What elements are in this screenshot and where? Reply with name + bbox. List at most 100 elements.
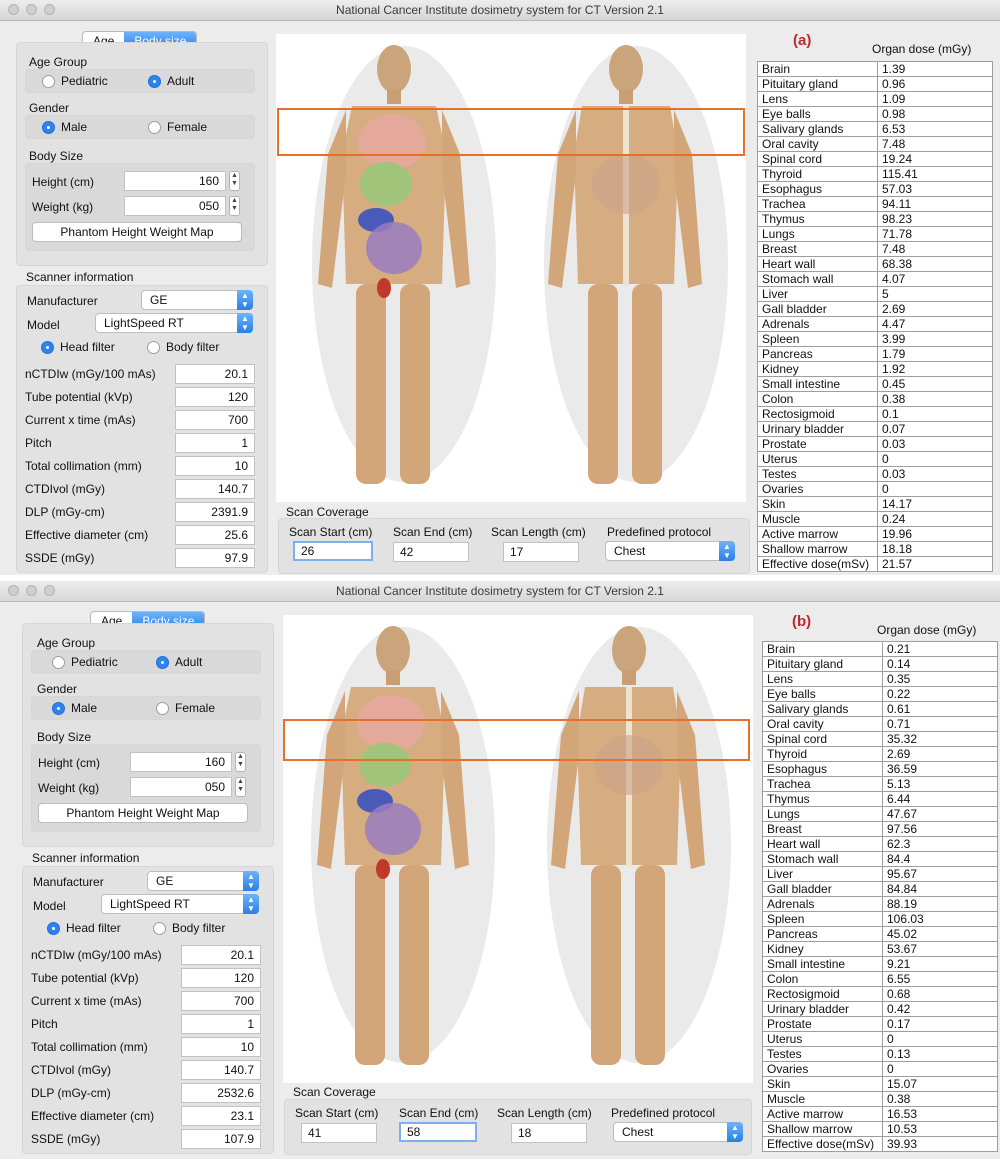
- gender-label: Gender: [29, 101, 70, 115]
- radio-dot-selected-icon: [47, 921, 60, 935]
- organ-dose-cell: 0.38: [882, 1091, 998, 1107]
- minimize-window-button[interactable]: [26, 585, 37, 596]
- scanner-param-label: Effective diameter (cm): [31, 1109, 155, 1123]
- height-stepper[interactable]: ▲ ▼: [235, 752, 246, 772]
- organ-dose-cell: 0.03: [877, 436, 993, 452]
- weight-stepper[interactable]: ▲ ▼: [229, 196, 240, 216]
- height-stepper[interactable]: ▲ ▼: [229, 171, 240, 191]
- radio-female[interactable]: Female: [156, 701, 215, 715]
- scanner-param-input[interactable]: 700: [181, 991, 261, 1011]
- radio-head-filter[interactable]: Head filter: [47, 921, 121, 935]
- scanner-param-input[interactable]: 1: [175, 433, 255, 453]
- scan-range-box[interactable]: [283, 719, 750, 761]
- table-row: Salivary glands 0.61: [762, 701, 998, 717]
- organ-dose-cell: 4.07: [877, 271, 993, 287]
- scanner-param-input[interactable]: 140.7: [181, 1060, 261, 1080]
- weight-stepper[interactable]: ▲ ▼: [235, 777, 246, 797]
- weight-input[interactable]: 050: [124, 196, 226, 216]
- manufacturer-select[interactable]: GE ▲ ▼: [147, 871, 259, 891]
- radio-male[interactable]: Male: [42, 120, 87, 134]
- age-group-box: Pediatric Adult: [25, 69, 255, 93]
- scanner-param-input[interactable]: 120: [181, 968, 261, 988]
- scanner-param-label: Effective diameter (cm): [25, 528, 149, 542]
- minimize-window-button[interactable]: [26, 4, 37, 15]
- height-input[interactable]: 160: [124, 171, 226, 191]
- scan-coverage-panel: Scan Start (cm) 26 Scan End (cm) 42 Scan…: [278, 518, 750, 574]
- weight-input[interactable]: 050: [130, 777, 232, 797]
- zoom-window-button[interactable]: [44, 585, 55, 596]
- radio-body-filter[interactable]: Body filter: [153, 921, 225, 935]
- scan-start-input[interactable]: 41: [301, 1123, 377, 1143]
- scanner-param-input[interactable]: 20.1: [181, 945, 261, 965]
- organ-name-cell: Active marrow: [757, 526, 878, 542]
- radio-female[interactable]: Female: [148, 120, 207, 134]
- age-group-label: Age Group: [29, 55, 88, 69]
- organ-dose-cell: 0: [882, 1061, 998, 1077]
- table-row: Eye balls 0.22: [762, 686, 998, 702]
- radio-body-filter[interactable]: Body filter: [147, 340, 219, 354]
- organ-dose-cell: 5: [877, 286, 993, 302]
- scanner-param-input[interactable]: 120: [175, 387, 255, 407]
- scanner-param-input[interactable]: 700: [175, 410, 255, 430]
- organ-name-cell: Effective dose(mSv): [757, 556, 878, 572]
- scan-length-input[interactable]: 17: [503, 542, 579, 562]
- organ-dose-cell: 19.96: [877, 526, 993, 542]
- scanner-param-input[interactable]: 20.1: [175, 364, 255, 384]
- table-row: Heart wall 68.38: [757, 256, 993, 272]
- organ-dose-cell: 53.67: [882, 941, 998, 957]
- height-input[interactable]: 160: [130, 752, 232, 772]
- radio-adult[interactable]: Adult: [148, 74, 194, 88]
- chevron-updown-icon: ▲ ▼: [237, 290, 253, 310]
- close-window-button[interactable]: [8, 4, 19, 15]
- scanner-param-input[interactable]: 2532.6: [181, 1083, 261, 1103]
- protocol-select[interactable]: Chest ▲ ▼: [605, 541, 735, 561]
- model-select[interactable]: LightSpeed RT ▲ ▼: [101, 894, 259, 914]
- scanner-param-input[interactable]: 1: [181, 1014, 261, 1034]
- weight-label: Weight (kg): [38, 781, 100, 795]
- phantom-viewer[interactable]: [276, 34, 746, 502]
- organ-dose-cell: 47.67: [882, 806, 998, 822]
- chevron-updown-icon: ▲ ▼: [243, 894, 259, 914]
- scanner-param-input[interactable]: 23.1: [181, 1106, 261, 1126]
- scanner-param-label: Pitch: [31, 1017, 58, 1031]
- scan-start-input[interactable]: 26: [293, 541, 373, 561]
- table-row: Thymus 98.23: [757, 211, 993, 227]
- radio-pediatric[interactable]: Pediatric: [42, 74, 108, 88]
- scanner-param-input[interactable]: 10: [175, 456, 255, 476]
- radio-pediatric[interactable]: Pediatric: [52, 655, 118, 669]
- gender-box: Male Female: [31, 696, 261, 720]
- scanner-param-input[interactable]: 107.9: [181, 1129, 261, 1149]
- radio-male[interactable]: Male: [52, 701, 97, 715]
- scan-end-input[interactable]: 58: [399, 1122, 477, 1142]
- phantom-map-button[interactable]: Phantom Height Weight Map: [38, 803, 248, 823]
- manufacturer-select[interactable]: GE ▲ ▼: [141, 290, 253, 310]
- organ-name-cell: Esophagus: [757, 181, 878, 197]
- protocol-select[interactable]: Chest ▲ ▼: [613, 1122, 743, 1142]
- zoom-window-button[interactable]: [44, 4, 55, 15]
- table-row: Muscle 0.38: [762, 1091, 998, 1107]
- organ-name-cell: Prostate: [757, 436, 878, 452]
- scanner-param-input[interactable]: 2391.9: [175, 502, 255, 522]
- chevron-updown-icon: ▲ ▼: [719, 541, 735, 561]
- scan-range-box[interactable]: [277, 108, 745, 156]
- model-select[interactable]: LightSpeed RT ▲ ▼: [95, 313, 253, 333]
- window-titlebar: National Cancer Institute dosimetry syst…: [0, 581, 1000, 602]
- table-row: Stomach wall 84.4: [762, 851, 998, 867]
- organ-dose-cell: 15.07: [882, 1076, 998, 1092]
- organ-dose-cell: 0.61: [882, 701, 998, 717]
- scanner-param-input[interactable]: 140.7: [175, 479, 255, 499]
- scanner-param-input[interactable]: 10: [181, 1037, 261, 1057]
- radio-dot-icon: [156, 701, 169, 715]
- organ-name-cell: Uterus: [762, 1031, 883, 1047]
- radio-head-filter[interactable]: Head filter: [41, 340, 115, 354]
- close-window-button[interactable]: [8, 585, 19, 596]
- table-row: Urinary bladder 0.07: [757, 421, 993, 437]
- scan-length-input[interactable]: 18: [511, 1123, 587, 1143]
- phantom-viewer[interactable]: [283, 615, 753, 1083]
- scan-end-input[interactable]: 42: [393, 542, 469, 562]
- phantom-map-button[interactable]: Phantom Height Weight Map: [32, 222, 242, 242]
- radio-adult[interactable]: Adult: [156, 655, 202, 669]
- organ-name-cell: Lungs: [762, 806, 883, 822]
- scanner-param-input[interactable]: 97.9: [175, 548, 255, 568]
- scanner-param-input[interactable]: 25.6: [175, 525, 255, 545]
